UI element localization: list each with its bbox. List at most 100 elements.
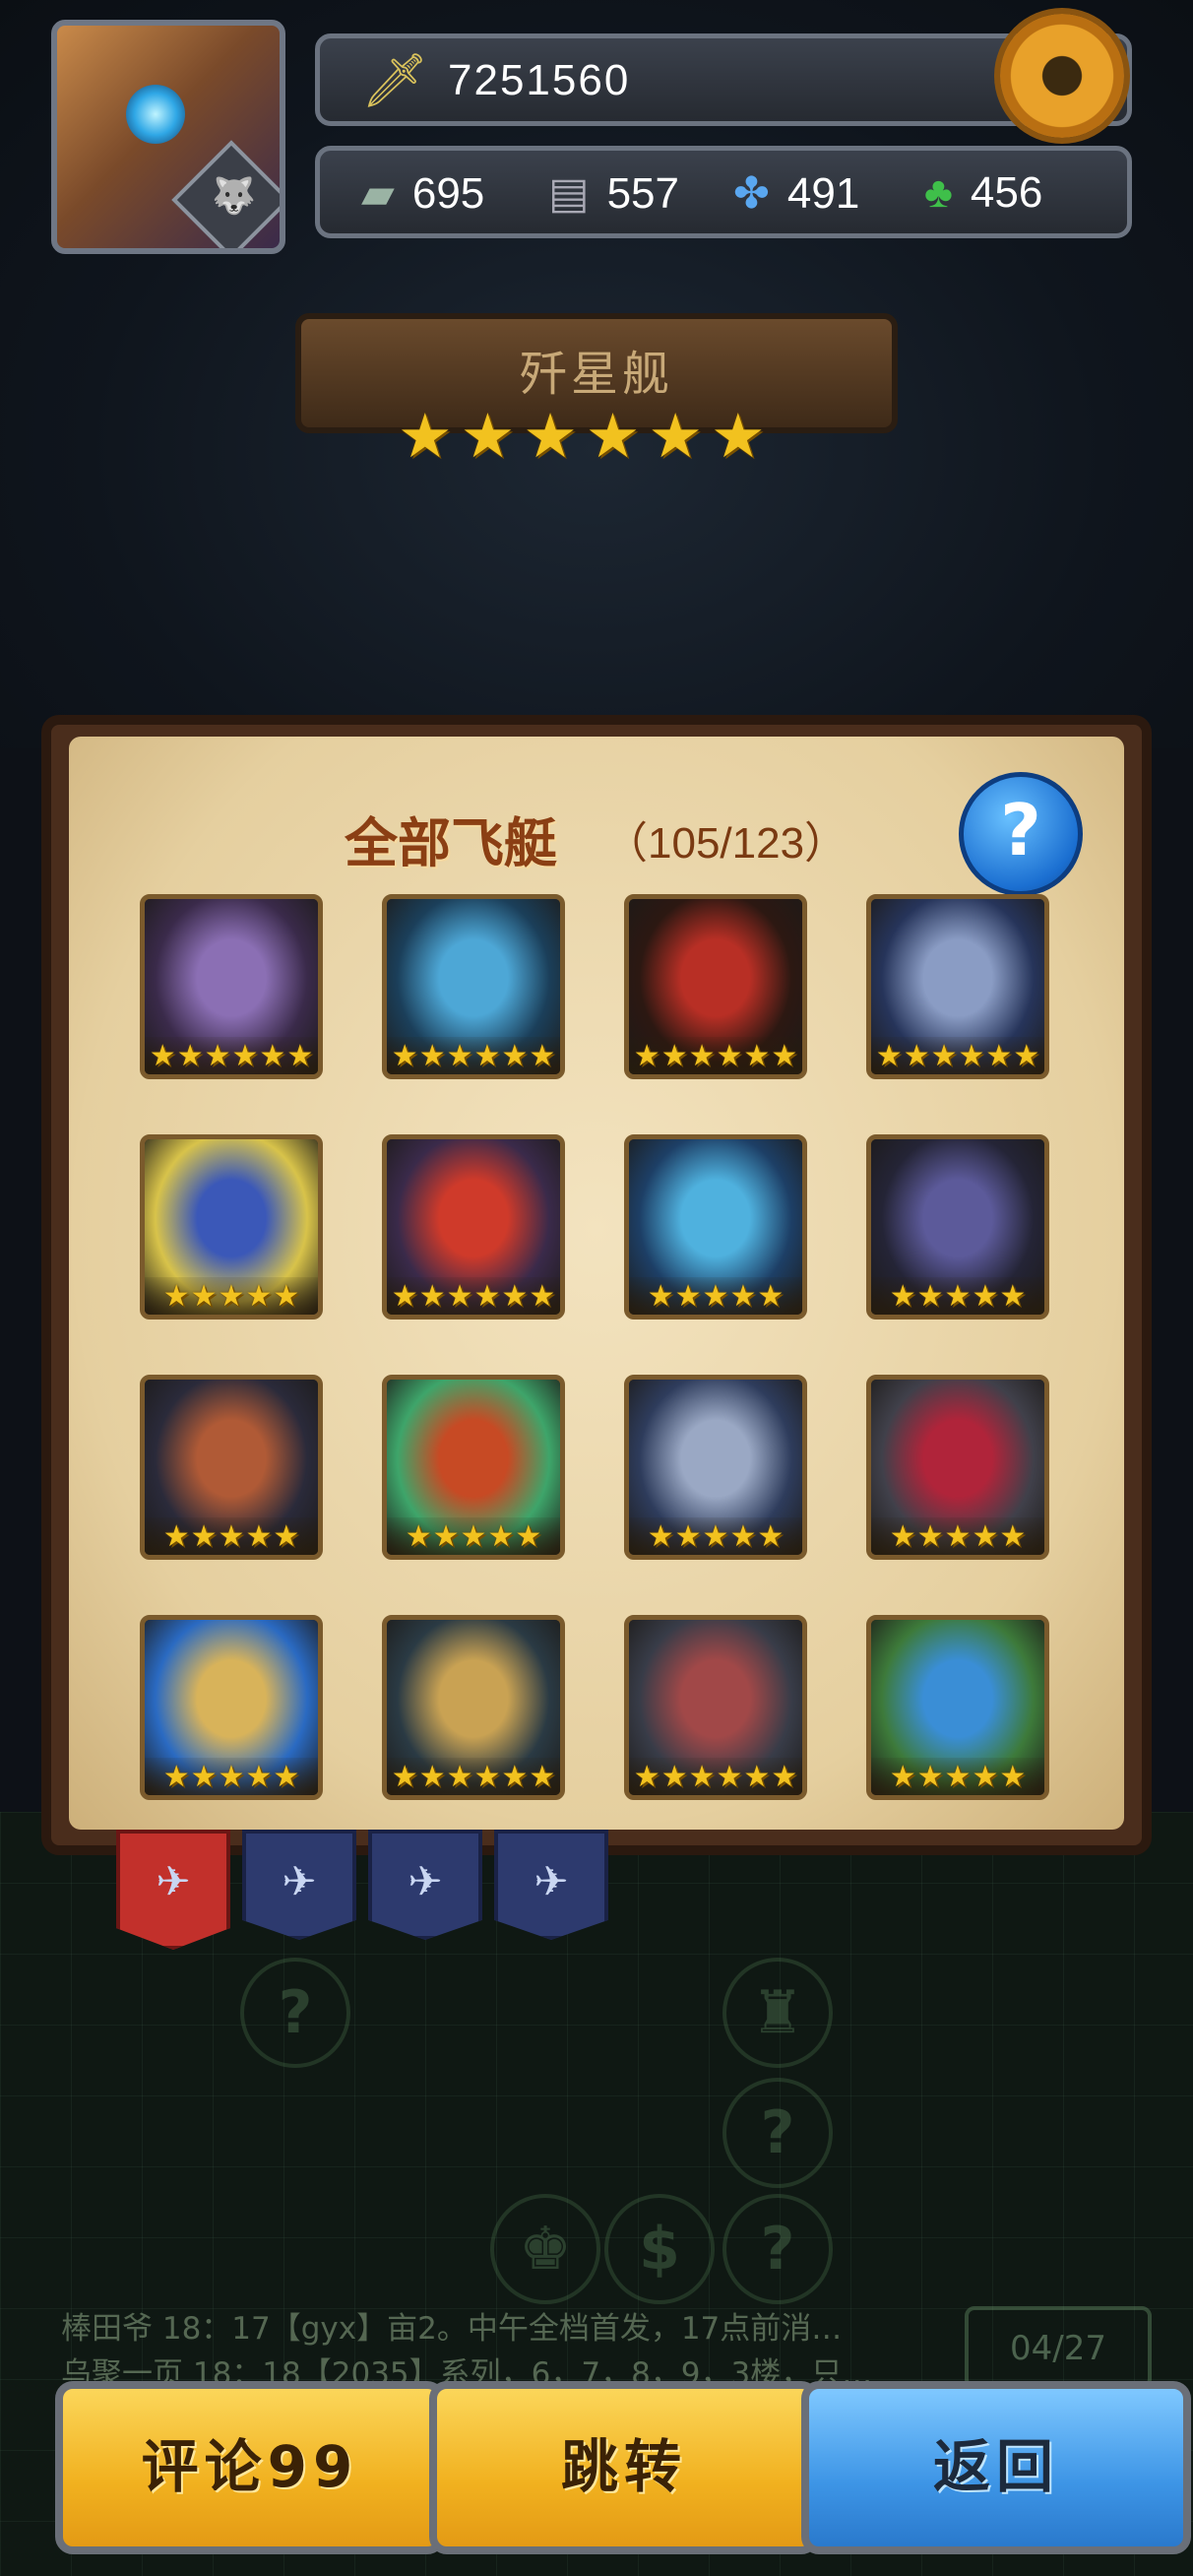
star-icon: ★ bbox=[487, 1518, 515, 1554]
question-slot-icon: ? bbox=[722, 2194, 833, 2304]
star-icon: ★ bbox=[245, 1518, 273, 1554]
airship-card[interactable]: ★ ★ ★ ★ ★ bbox=[624, 1134, 807, 1320]
star-icon: ★ bbox=[757, 1518, 785, 1554]
resource-clover-value: 456 bbox=[970, 168, 1043, 217]
star-icon: ★ bbox=[985, 1038, 1013, 1073]
star-icon: ★ bbox=[432, 1518, 460, 1554]
airship-card[interactable]: ★ ★ ★ ★ ★ bbox=[382, 1375, 565, 1560]
card-star-rating: ★ ★ ★ ★ ★ ★ bbox=[629, 1037, 802, 1074]
resource-plate: ▤ 557 bbox=[548, 168, 679, 219]
question-slot-icon: ? bbox=[240, 1958, 350, 2068]
airship-card[interactable]: ★ ★ ★ ★ ★ ★ bbox=[140, 894, 323, 1079]
tower-slot-icon: ♜ bbox=[722, 1958, 833, 2068]
airship-card[interactable]: ★ ★ ★ ★ ★ bbox=[140, 1615, 323, 1800]
panel-count: （105/123） bbox=[604, 819, 848, 868]
tab-category-4[interactable]: ✈ bbox=[494, 1830, 608, 1940]
back-button[interactable]: 返回 bbox=[801, 2381, 1191, 2554]
card-star-rating: ★ ★ ★ ★ ★ ★ bbox=[387, 1037, 560, 1074]
coin-slot-icon: $ bbox=[604, 2194, 715, 2304]
airship-card[interactable]: ★ ★ ★ ★ ★ ★ bbox=[624, 1615, 807, 1800]
ship-star-rating: ★ ★ ★ ★ ★ ★ bbox=[398, 400, 766, 472]
star-icon: ★ bbox=[647, 1278, 674, 1314]
star-icon: ★ bbox=[875, 1038, 903, 1073]
card-star-rating: ★ ★ ★ ★ ★ bbox=[871, 1517, 1044, 1555]
star-icon: ★ bbox=[190, 1518, 218, 1554]
clover-icon: ♣ bbox=[924, 168, 953, 217]
star-icon: ★ bbox=[418, 1759, 446, 1794]
star-icon: ★ bbox=[633, 1038, 660, 1073]
player-avatar[interactable]: 🐺 bbox=[51, 20, 285, 254]
star-icon: ★ bbox=[660, 1759, 688, 1794]
star-icon: ★ bbox=[529, 1759, 556, 1794]
category-tabs: ✈ ✈ ✈ ✈ bbox=[116, 1830, 608, 1950]
airship-card[interactable]: ★ ★ ★ ★ ★ bbox=[866, 1375, 1049, 1560]
airship-grid: ★ ★ ★ ★ ★ ★ ★ ★ ★ ★ ★ ★ ★ ★ ★ ★ ★ ★ ★ ★ ★ ★ ★ ★ ★ ★ ★ ★ ★ ★ ★ ★ ★ ★ ★ ★ ★ ★ ★ ★… bbox=[140, 894, 1065, 1800]
card-star-rating: ★ ★ ★ ★ ★ ★ bbox=[871, 1037, 1044, 1074]
star-icon: ★ bbox=[585, 400, 641, 472]
airship-card[interactable]: ★ ★ ★ ★ ★ ★ bbox=[382, 1615, 565, 1800]
star-icon: ★ bbox=[273, 1759, 300, 1794]
star-icon: ★ bbox=[473, 1759, 501, 1794]
star-icon: ★ bbox=[273, 1518, 300, 1554]
star-icon: ★ bbox=[391, 1038, 418, 1073]
star-icon: ★ bbox=[418, 1278, 446, 1314]
card-star-rating: ★ ★ ★ ★ ★ bbox=[145, 1517, 318, 1555]
star-icon: ★ bbox=[972, 1518, 999, 1554]
card-star-rating: ★ ★ ★ ★ ★ ★ bbox=[629, 1758, 802, 1795]
airship-icon: ✈ bbox=[534, 1857, 569, 1905]
comment-button[interactable]: 评论99 bbox=[55, 2381, 445, 2554]
star-icon: ★ bbox=[930, 1038, 958, 1073]
star-icon: ★ bbox=[259, 1038, 286, 1073]
tab-all[interactable]: ✈ bbox=[116, 1830, 230, 1950]
resource-fan-value: 491 bbox=[786, 168, 860, 218]
resource-plate-value: 557 bbox=[606, 168, 679, 218]
chat-line: 棒田爷 18：17【gyx】亩2。中午全档首发，17点前消… bbox=[61, 2311, 843, 2347]
airship-card[interactable]: ★ ★ ★ ★ ★ bbox=[866, 1134, 1049, 1320]
card-star-rating: ★ ★ ★ ★ ★ bbox=[629, 1277, 802, 1315]
star-icon: ★ bbox=[245, 1759, 273, 1794]
card-star-rating: ★ ★ ★ ★ ★ ★ bbox=[387, 1277, 560, 1315]
settings-gear-icon[interactable] bbox=[1000, 14, 1124, 138]
star-icon: ★ bbox=[674, 1278, 702, 1314]
star-icon: ★ bbox=[916, 1278, 944, 1314]
star-icon: ★ bbox=[529, 1038, 556, 1073]
star-icon: ★ bbox=[162, 1278, 190, 1314]
star-icon: ★ bbox=[529, 1278, 556, 1314]
star-icon: ★ bbox=[972, 1278, 999, 1314]
jump-button[interactable]: 跳转 bbox=[429, 2381, 819, 2554]
airship-card[interactable]: ★ ★ ★ ★ ★ ★ bbox=[866, 894, 1049, 1079]
card-star-rating: ★ ★ ★ ★ ★ bbox=[629, 1517, 802, 1555]
star-icon: ★ bbox=[771, 1759, 798, 1794]
airship-card[interactable]: ★ ★ ★ ★ ★ bbox=[140, 1134, 323, 1320]
star-icon: ★ bbox=[889, 1759, 916, 1794]
star-icon: ★ bbox=[523, 400, 578, 472]
star-icon: ★ bbox=[501, 1759, 529, 1794]
airship-card[interactable]: ★ ★ ★ ★ ★ ★ bbox=[624, 894, 807, 1079]
star-icon: ★ bbox=[889, 1278, 916, 1314]
airship-card[interactable]: ★ ★ ★ ★ ★ bbox=[866, 1615, 1049, 1800]
airship-card[interactable]: ★ ★ ★ ★ ★ bbox=[624, 1375, 807, 1560]
tab-category-3[interactable]: ✈ bbox=[368, 1830, 482, 1940]
star-icon: ★ bbox=[688, 1759, 716, 1794]
card-star-rating: ★ ★ ★ ★ ★ ★ bbox=[145, 1037, 318, 1074]
resource-tank: ▰ 695 bbox=[361, 168, 484, 219]
star-icon: ★ bbox=[446, 1278, 473, 1314]
card-star-rating: ★ ★ ★ ★ ★ bbox=[871, 1277, 1044, 1315]
star-icon: ★ bbox=[944, 1278, 972, 1314]
help-icon[interactable]: ? bbox=[959, 772, 1083, 896]
airship-card[interactable]: ★ ★ ★ ★ ★ bbox=[140, 1375, 323, 1560]
airship-card[interactable]: ★ ★ ★ ★ ★ ★ bbox=[382, 894, 565, 1079]
star-icon: ★ bbox=[889, 1518, 916, 1554]
star-icon: ★ bbox=[405, 1518, 432, 1554]
star-icon: ★ bbox=[944, 1518, 972, 1554]
card-star-rating: ★ ★ ★ ★ ★ bbox=[145, 1758, 318, 1795]
star-icon: ★ bbox=[729, 1278, 757, 1314]
airship-card[interactable]: ★ ★ ★ ★ ★ ★ bbox=[382, 1134, 565, 1320]
star-icon: ★ bbox=[162, 1518, 190, 1554]
star-icon: ★ bbox=[446, 1038, 473, 1073]
star-icon: ★ bbox=[999, 1518, 1027, 1554]
card-star-rating: ★ ★ ★ ★ ★ bbox=[387, 1517, 560, 1555]
star-icon: ★ bbox=[231, 1038, 259, 1073]
tab-category-2[interactable]: ✈ bbox=[242, 1830, 356, 1940]
star-icon: ★ bbox=[771, 1038, 798, 1073]
